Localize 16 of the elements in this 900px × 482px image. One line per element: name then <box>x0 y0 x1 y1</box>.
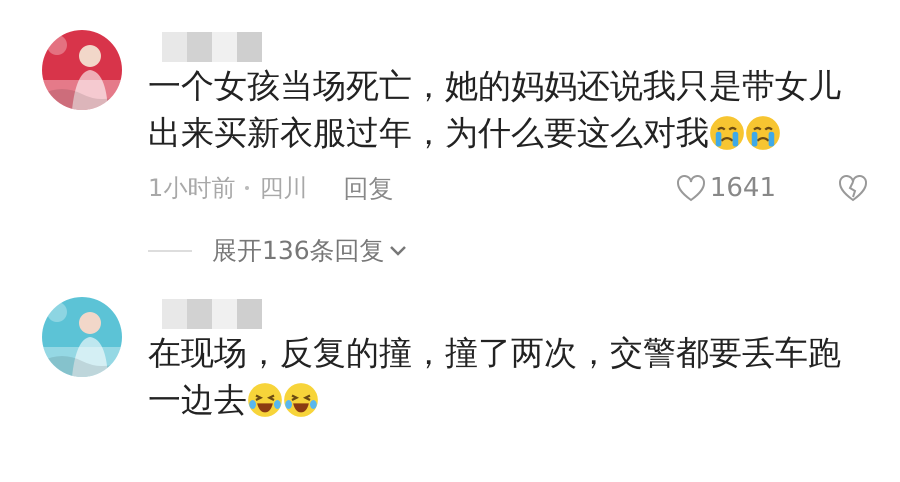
laughing-face-icon <box>283 382 319 418</box>
comment-location: 四川 <box>259 173 308 204</box>
crying-face-icon <box>709 114 745 150</box>
expand-replies-link[interactable]: 展开136条回复 <box>212 234 407 267</box>
reply-link[interactable]: 回复 <box>343 172 394 204</box>
like-count: 1641 <box>710 173 776 203</box>
chevron-down-icon <box>388 244 407 256</box>
comment-text: 出来买新衣服过年，为什么要这么对我 <box>148 112 709 154</box>
comment-text: 在现场，反复的撞，撞了两次，交警都要丢车跑 <box>148 332 841 374</box>
comment-time: 1小时前 <box>148 173 236 204</box>
comment-text: 一边去 <box>148 379 247 421</box>
heart-icon[interactable] <box>676 174 706 202</box>
crying-face-icon <box>745 114 781 150</box>
comment-text: 一个女孩当场死亡，她的妈妈还说我只是带女儿 <box>148 65 841 107</box>
laughing-face-icon <box>247 382 283 418</box>
broken-heart-icon[interactable] <box>838 174 868 202</box>
